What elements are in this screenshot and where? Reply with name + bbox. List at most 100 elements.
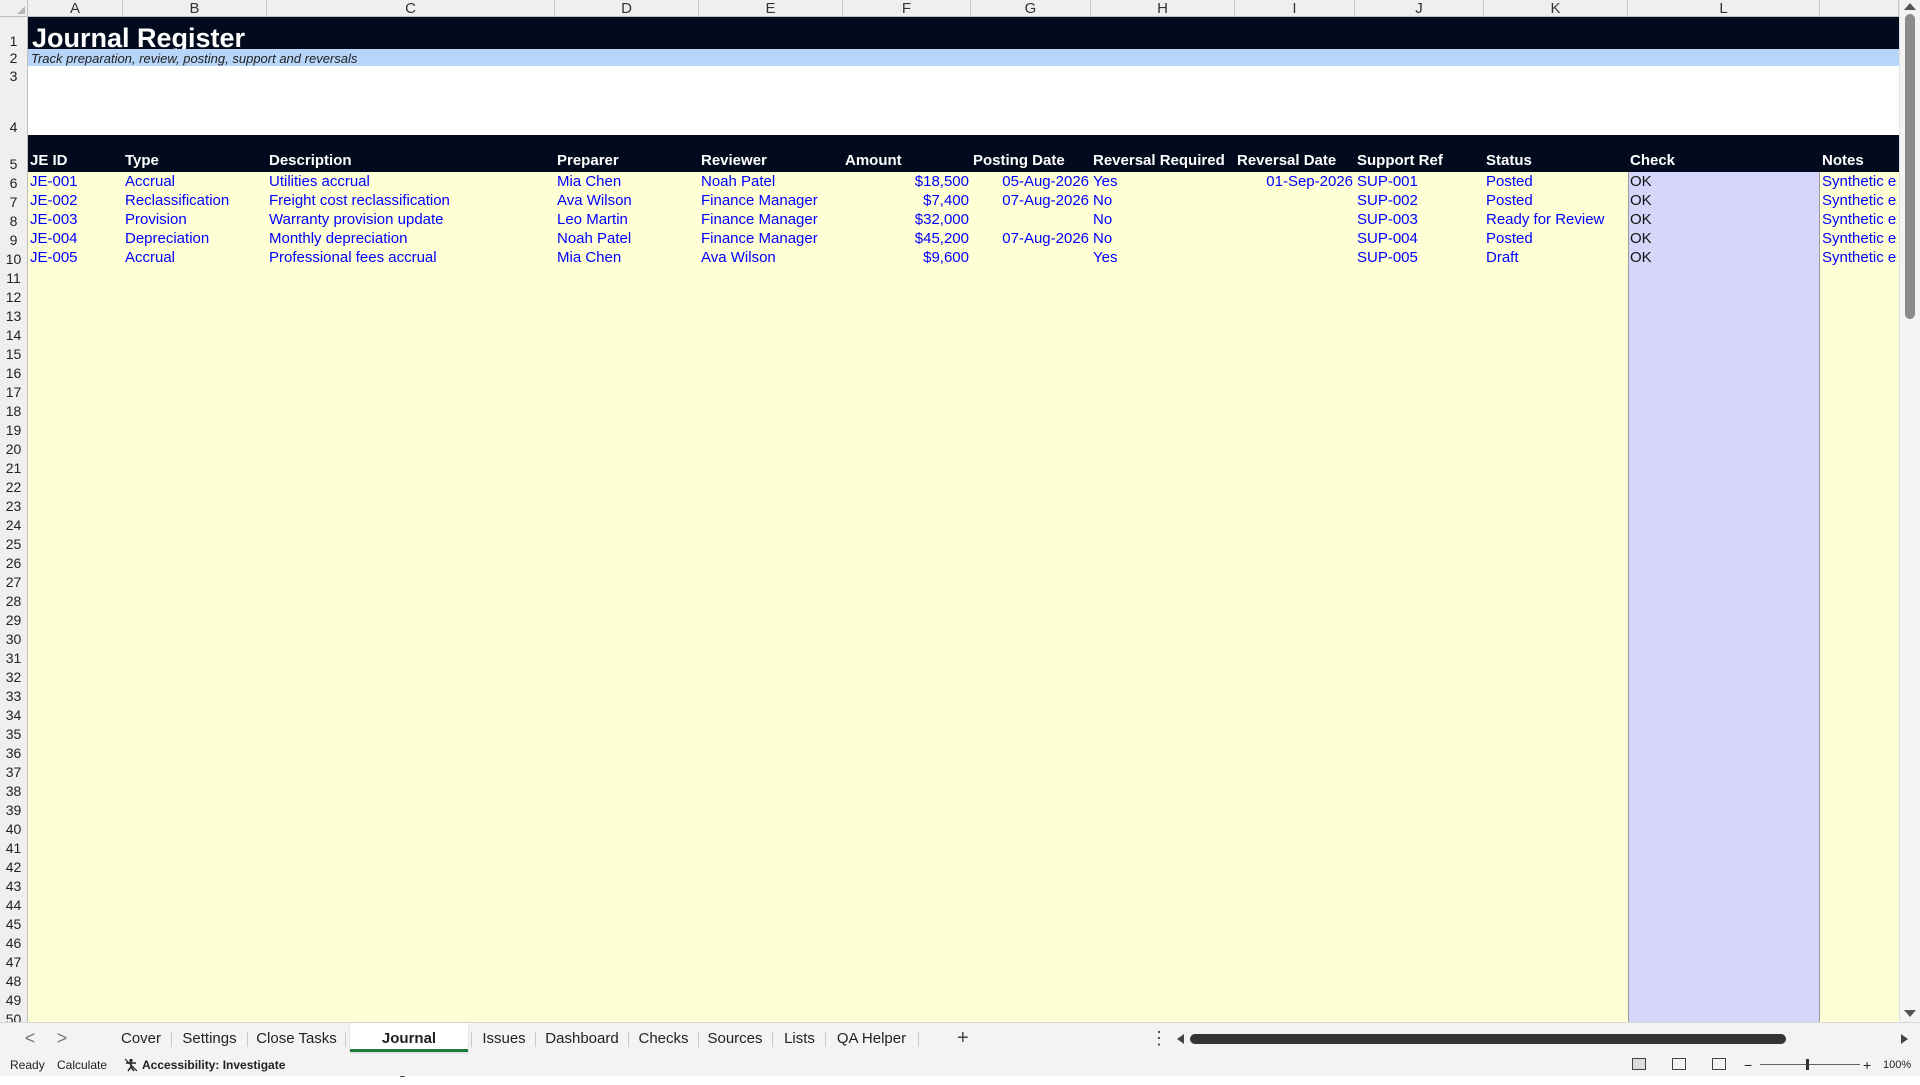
column-header[interactable]: K [1484, 0, 1628, 17]
table-cell[interactable]: Ava Wilson [557, 191, 697, 210]
table-cell[interactable]: Finance Manager [701, 229, 841, 248]
row-header[interactable]: 41 [0, 837, 28, 856]
scroll-down-icon[interactable] [1904, 1010, 1916, 1017]
more-options-icon[interactable]: ⋮ [1150, 1024, 1168, 1053]
row-header[interactable]: 40 [0, 818, 28, 837]
table-cell[interactable]: Ready for Review [1486, 210, 1626, 229]
table-cell[interactable]: Synthetic ex [1822, 248, 1897, 267]
table-cell[interactable]: Synthetic ex [1822, 191, 1897, 210]
row-header[interactable]: 38 [0, 780, 28, 799]
horizontal-scroll-thumb[interactable] [1190, 1034, 1786, 1044]
table-cell[interactable]: Utilities accrual [269, 172, 553, 191]
scroll-up-icon[interactable] [1904, 3, 1916, 10]
row-header[interactable]: 11 [0, 267, 28, 286]
row-header[interactable]: 35 [0, 723, 28, 742]
column-heading-check[interactable]: Check [1630, 151, 1819, 170]
table-cell[interactable]: Yes [1093, 248, 1233, 267]
table-cell[interactable]: Noah Patel [557, 229, 697, 248]
row-header[interactable]: 2 [0, 49, 28, 66]
table-cell[interactable]: JE-003 [30, 210, 121, 229]
table-cell[interactable]: 05-Aug-2026 [973, 172, 1089, 191]
table-cell[interactable]: 07-Aug-2026 [973, 229, 1089, 248]
row-header[interactable]: 14 [0, 324, 28, 343]
zoom-level[interactable]: 100% [1883, 1054, 1911, 1076]
column-heading-amount[interactable]: Amount [845, 151, 970, 170]
table-cell[interactable]: Ava Wilson [701, 248, 841, 267]
row-header[interactable]: 33 [0, 685, 28, 704]
table-cell[interactable]: JE-004 [30, 229, 121, 248]
vertical-scrollbar[interactable] [1899, 0, 1920, 1022]
row-header[interactable]: 10 [0, 248, 28, 267]
table-cell[interactable]: $18,500 [845, 172, 969, 191]
table-cell[interactable]: Mia Chen [557, 248, 697, 267]
row-header[interactable]: 7 [0, 191, 28, 210]
sheet-tab-lists[interactable]: Lists [777, 1023, 822, 1054]
row-header[interactable]: 42 [0, 856, 28, 875]
table-cell[interactable]: $32,000 [845, 210, 969, 229]
column-header[interactable]: E [699, 0, 843, 17]
row-header[interactable]: 13 [0, 305, 28, 324]
column-header[interactable]: D [555, 0, 699, 17]
row-header[interactable]: 15 [0, 343, 28, 362]
table-cell[interactable]: Depreciation [125, 229, 265, 248]
table-cell[interactable]: $45,200 [845, 229, 969, 248]
table-cell[interactable]: Mia Chen [557, 172, 697, 191]
row-header[interactable]: 24 [0, 514, 28, 533]
column-heading-status[interactable]: Status [1486, 151, 1627, 170]
row-header[interactable]: 23 [0, 495, 28, 514]
accessibility-icon[interactable] [124, 1054, 138, 1076]
row-header[interactable]: 29 [0, 609, 28, 628]
add-sheet-button[interactable]: + [957, 1024, 969, 1053]
zoom-slider[interactable] [1760, 1064, 1860, 1065]
table-cell[interactable]: $7,400 [845, 191, 969, 210]
column-header[interactable]: C [267, 0, 555, 17]
row-header[interactable]: 8 [0, 210, 28, 229]
table-cell[interactable]: Monthly depreciation [269, 229, 553, 248]
column-heading-description[interactable]: Description [269, 151, 554, 170]
row-header[interactable]: 21 [0, 457, 28, 476]
row-header[interactable]: 25 [0, 533, 28, 552]
column-heading-notes[interactable]: Notes [1822, 151, 1898, 170]
page-break-view-icon[interactable] [1712, 1058, 1726, 1070]
row-header[interactable]: 28 [0, 590, 28, 609]
zoom-out-button[interactable]: − [1744, 1054, 1752, 1076]
table-cell[interactable]: SUP-002 [1357, 191, 1482, 210]
row-header[interactable]: 27 [0, 571, 28, 590]
table-cell[interactable]: SUP-003 [1357, 210, 1482, 229]
accessibility-status[interactable]: Accessibility: Investigate [142, 1054, 285, 1076]
select-all-corner[interactable] [0, 0, 28, 17]
table-cell[interactable]: OK [1630, 229, 1818, 248]
table-cell[interactable]: OK [1630, 210, 1818, 229]
column-header[interactable]: I [1235, 0, 1355, 17]
sheet-tab-qa-helper[interactable]: QA Helper [829, 1023, 914, 1054]
table-cell[interactable]: Warranty provision update [269, 210, 553, 229]
table-cell[interactable]: Posted [1486, 172, 1626, 191]
table-cell[interactable]: Freight cost reclassification [269, 191, 553, 210]
scroll-left-icon[interactable] [1177, 1034, 1184, 1044]
row-header[interactable]: 9 [0, 229, 28, 248]
row-header[interactable]: 4 [0, 84, 28, 135]
column-header[interactable]: J [1355, 0, 1484, 17]
spreadsheet-grid[interactable]: A B C D E F G H I J K L 1 2 3 4 5 6 7 8 9 10 11 12 13 14 15 16 17 18 1… [0, 0, 1899, 1022]
table-cell[interactable]: JE-001 [30, 172, 121, 191]
column-heading-reversal-required[interactable]: Reversal Required [1093, 151, 1234, 170]
table-cell[interactable]: No [1093, 210, 1233, 229]
zoom-in-button[interactable]: + [1863, 1054, 1871, 1076]
table-cell[interactable]: Posted [1486, 229, 1626, 248]
table-cell[interactable]: No [1093, 191, 1233, 210]
vertical-scroll-thumb[interactable] [1905, 14, 1915, 319]
normal-view-icon[interactable] [1632, 1058, 1646, 1070]
table-cell[interactable]: Finance Manager [701, 191, 841, 210]
table-cell[interactable]: Synthetic ex [1822, 172, 1897, 191]
column-header[interactable]: H [1091, 0, 1235, 17]
column-heading-reviewer[interactable]: Reviewer [701, 151, 842, 170]
column-header[interactable] [1820, 0, 1899, 17]
sheet-tab-sources[interactable]: Sources [701, 1023, 769, 1054]
table-cell[interactable]: Synthetic ex [1822, 229, 1897, 248]
table-cell[interactable]: Posted [1486, 191, 1626, 210]
row-header[interactable]: 5 [0, 135, 28, 172]
table-cell[interactable]: Reclassification [125, 191, 265, 210]
column-heading-posting-date[interactable]: Posting Date [973, 151, 1090, 170]
row-header[interactable]: 32 [0, 666, 28, 685]
row-header[interactable]: 34 [0, 704, 28, 723]
